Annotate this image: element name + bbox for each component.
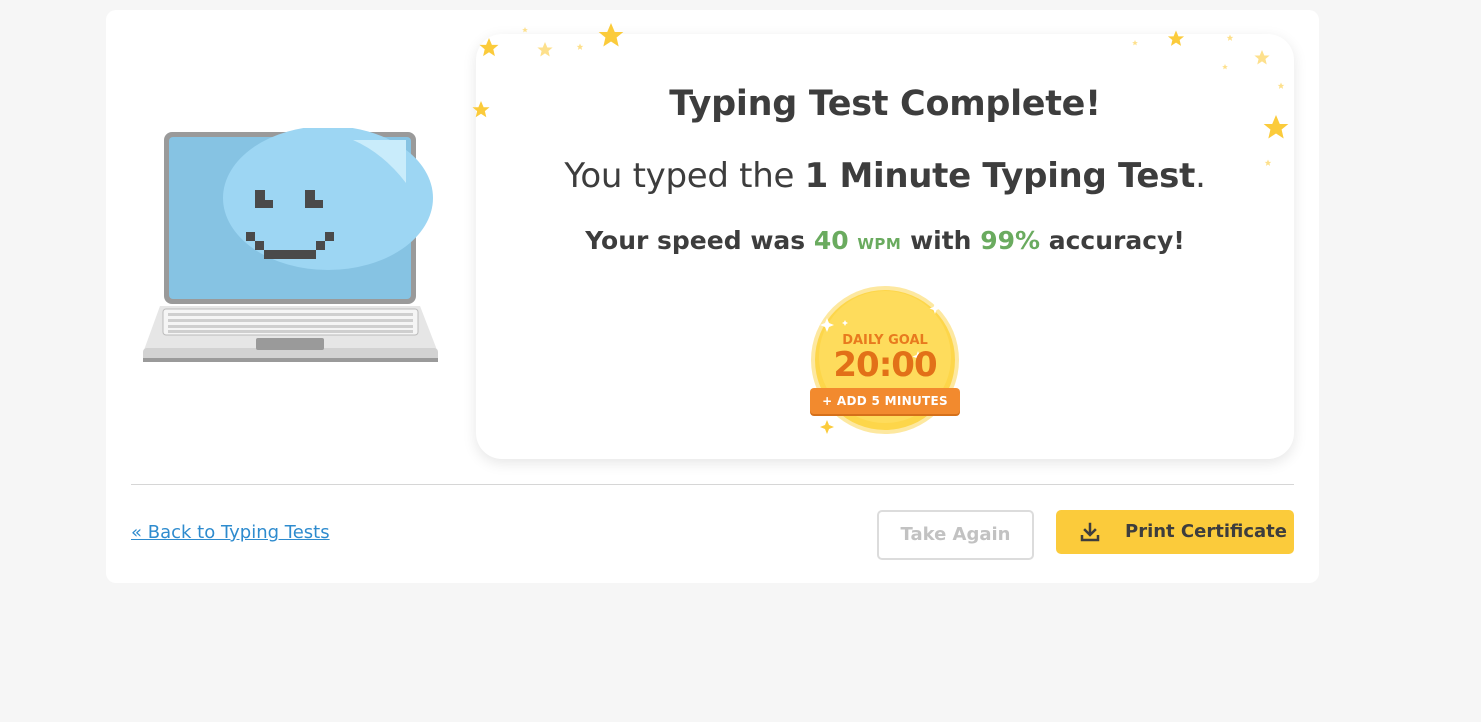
print-certificate-button[interactable]: Print Certificate [1056,510,1294,554]
add-5-minutes-button[interactable]: + ADD 5 MINUTES [810,388,960,414]
result-subtitle: You typed the 1 Minute Typing Test. [564,156,1206,196]
result-title: Typing Test Complete! [669,84,1101,124]
daily-goal-time: 20:00 [833,345,937,385]
test-name: 1 Minute Typing Test [804,156,1196,196]
download-icon [1080,522,1100,542]
divider [131,484,1294,485]
speed-summary: Your speed was 40 WPM with 99% accuracy! [585,226,1185,255]
print-certificate-label: Print Certificate [1125,521,1287,542]
wpm-unit: WPM [857,235,902,253]
take-again-button[interactable]: Take Again [877,510,1034,560]
accuracy-value: 99% [980,226,1041,255]
wpm-value: 40 [813,226,849,255]
back-to-typing-tests-link[interactable]: « Back to Typing Tests [131,522,330,543]
